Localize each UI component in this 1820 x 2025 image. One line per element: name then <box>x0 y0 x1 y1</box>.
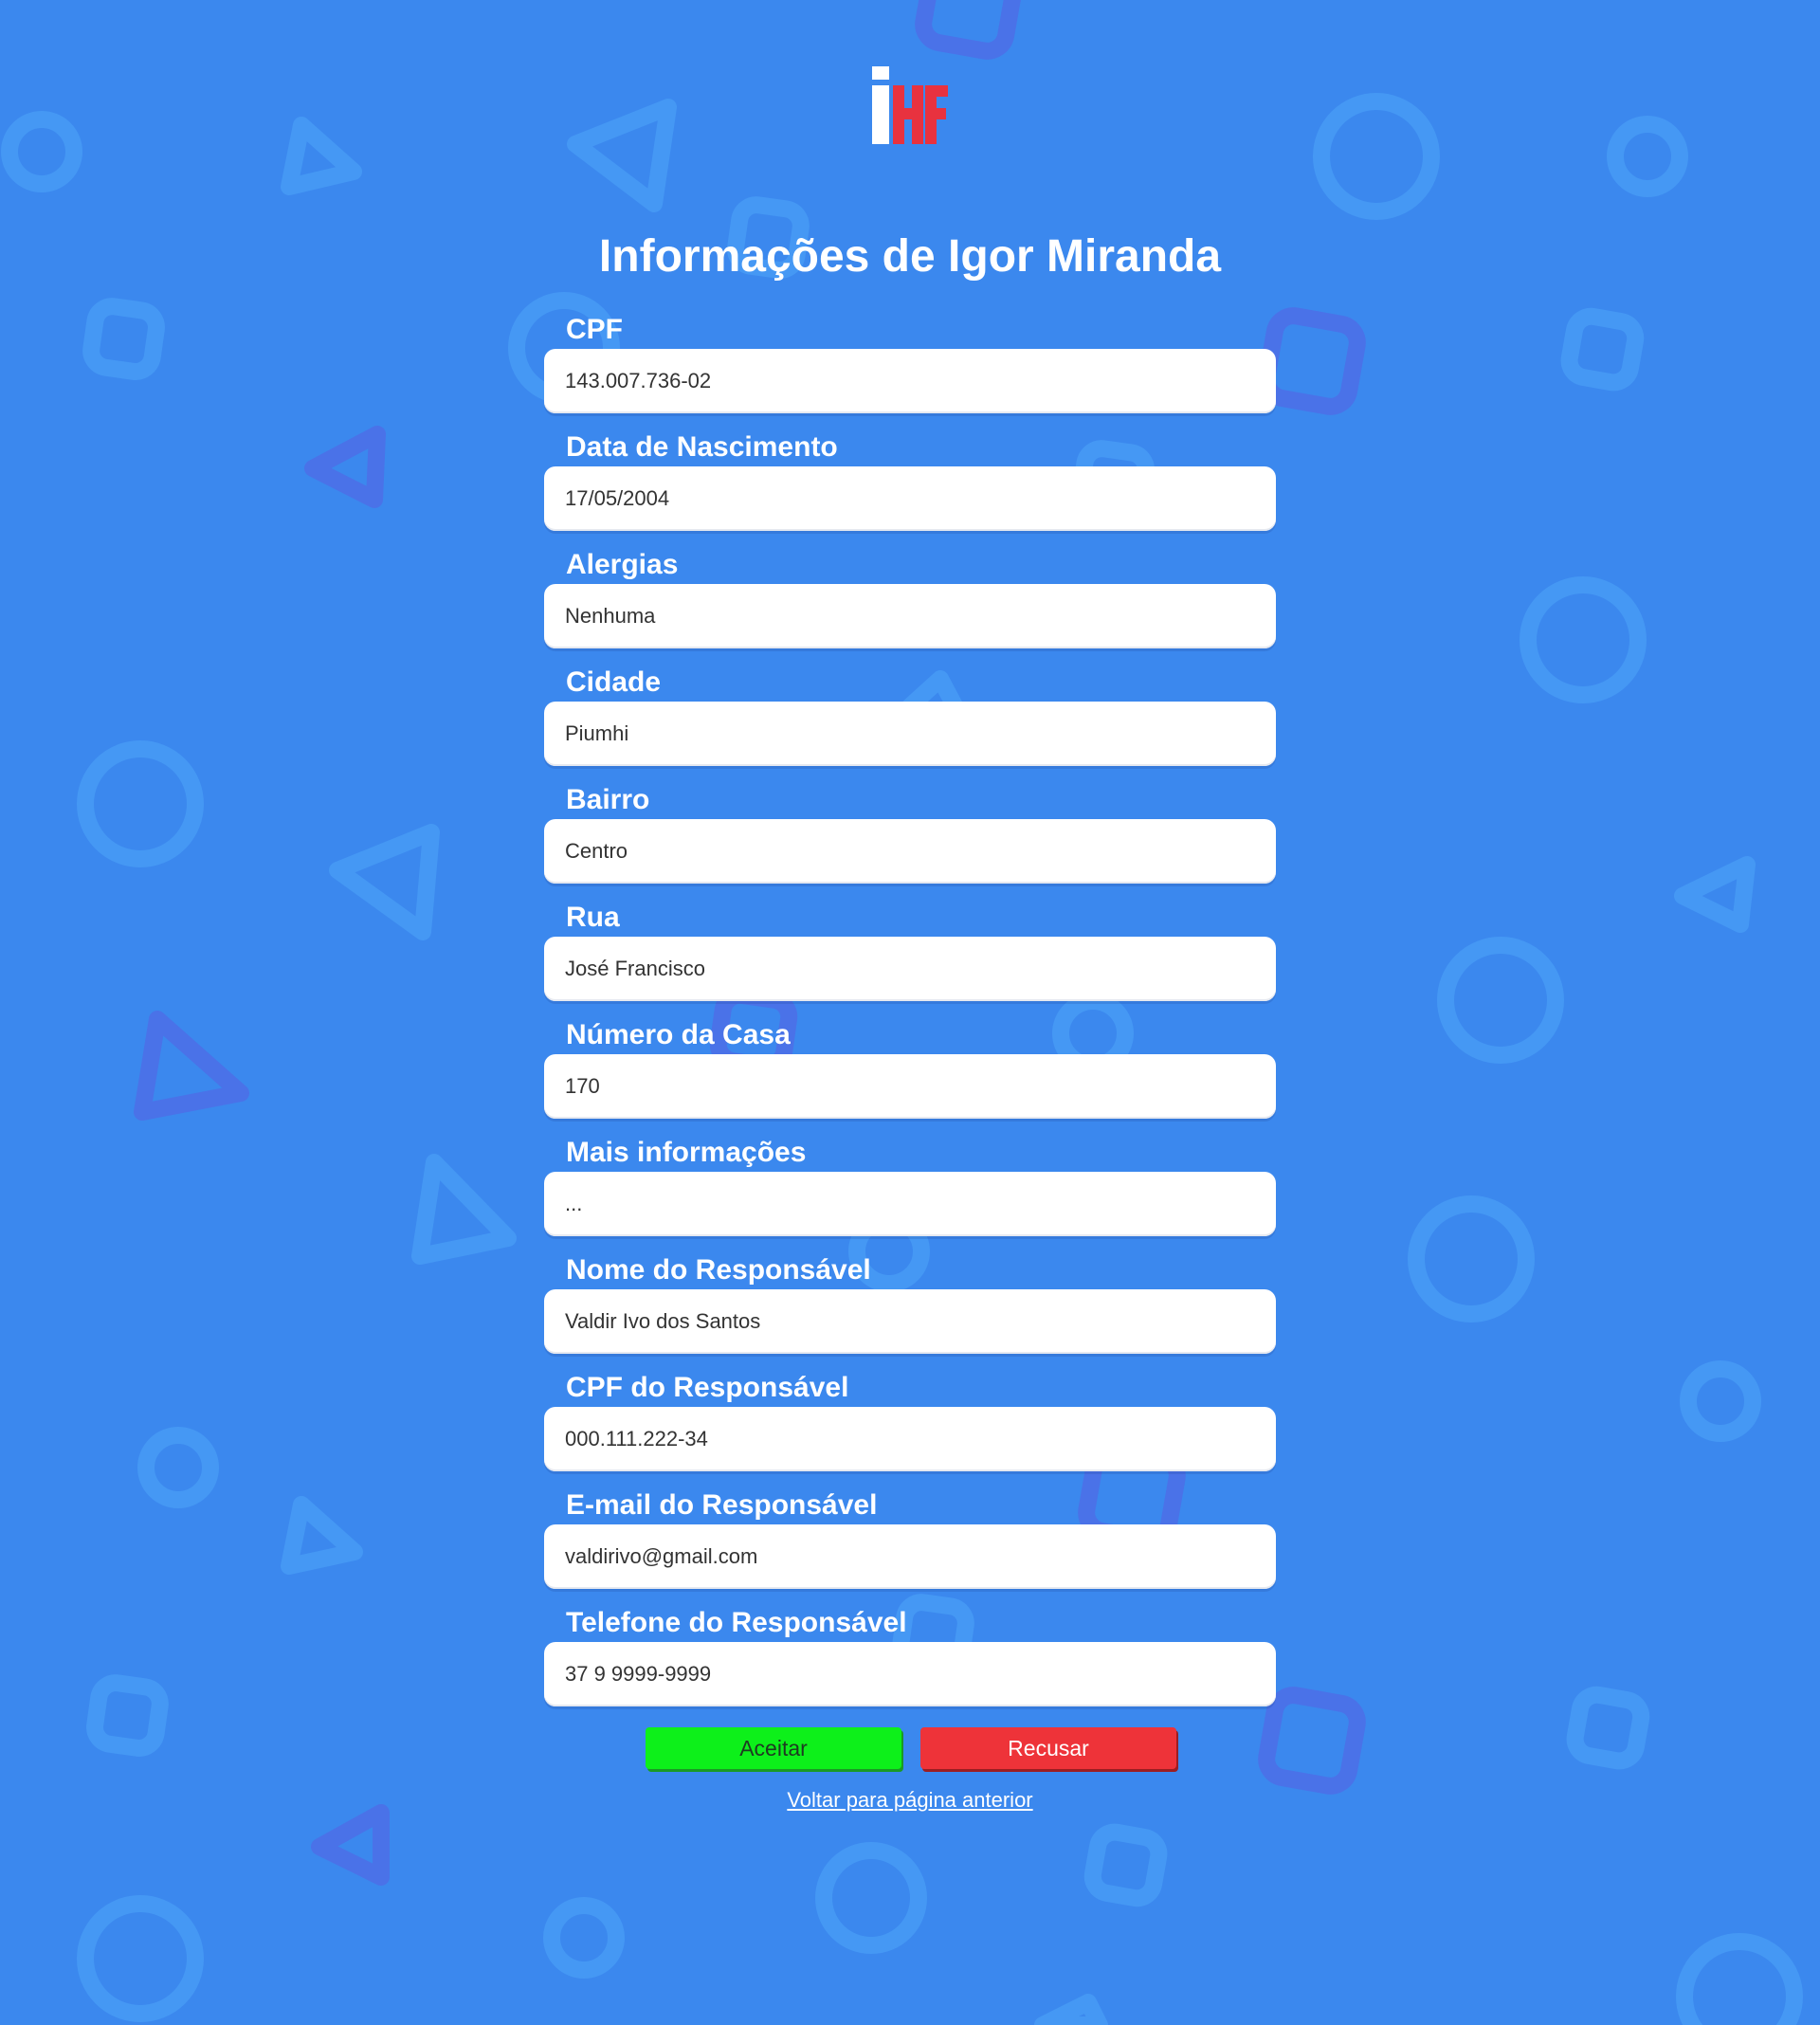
logo-letter-h <box>893 85 923 144</box>
field-birth-date: Data de Nascimento <box>544 429 1276 546</box>
decorative-ring <box>137 1427 219 1508</box>
decorative-ring <box>815 1842 927 1954</box>
decorative-triangle <box>411 1154 517 1265</box>
field-city: Cidade <box>544 664 1276 781</box>
field-house-number: Número da Casa <box>544 1016 1276 1134</box>
decorative-triangle <box>1674 856 1756 933</box>
decorative-triangle <box>311 1804 390 1886</box>
ihf-logo <box>872 66 948 144</box>
action-buttons: Aceitar Recusar <box>0 1727 1820 1771</box>
guardian-phone-input[interactable] <box>544 1642 1276 1706</box>
field-label: Nome do Responsável <box>566 1254 871 1286</box>
city-input[interactable] <box>544 702 1276 766</box>
field-label: CPF <box>566 314 623 345</box>
field-label: Bairro <box>566 784 650 815</box>
decorative-triangle <box>281 117 362 195</box>
field-street: Rua <box>544 899 1276 1016</box>
guardian-email-input[interactable] <box>544 1524 1276 1589</box>
logo-letter-i-stem <box>872 85 889 144</box>
field-label: Mais informações <box>566 1137 807 1168</box>
decorative-ring <box>77 1895 204 2022</box>
field-label: CPF do Responsável <box>566 1372 849 1403</box>
back-link[interactable]: Voltar para página anterior <box>787 1788 1032 1812</box>
field-label: Alergias <box>566 549 679 580</box>
page-title: Informações de Igor Miranda <box>598 231 1222 282</box>
field-label: E-mail do Responsável <box>566 1489 878 1521</box>
field-allergies: Alergias <box>544 546 1276 664</box>
cpf-input[interactable] <box>544 349 1276 413</box>
field-guardian-email: E-mail do Responsável <box>544 1487 1276 1604</box>
decorative-triangle <box>329 824 440 940</box>
decorative-ring <box>1437 937 1564 1064</box>
decorative-ring <box>1 111 82 192</box>
field-guardian-name: Nome do Responsável <box>544 1251 1276 1369</box>
patient-info-form: CPF Data de Nascimento Alergias Cidade B… <box>544 311 1276 1722</box>
field-guardian-cpf: CPF do Responsável <box>544 1369 1276 1487</box>
decorative-ring <box>1680 1360 1761 1442</box>
decorative-triangle <box>134 1011 249 1121</box>
reject-button[interactable]: Recusar <box>920 1727 1176 1769</box>
house-number-input[interactable] <box>544 1054 1276 1119</box>
street-input[interactable] <box>544 937 1276 1001</box>
allergies-input[interactable] <box>544 584 1276 648</box>
decorative-triangle <box>304 426 386 508</box>
field-guardian-phone: Telefone do Responsável <box>544 1604 1276 1722</box>
guardian-name-input[interactable] <box>544 1289 1276 1354</box>
decorative-square <box>1560 307 1645 392</box>
field-more-info: Mais informações <box>544 1134 1276 1251</box>
decorative-square <box>1258 307 1366 415</box>
decorative-square <box>1083 1823 1168 1907</box>
decorative-ring <box>77 740 204 867</box>
field-label: Cidade <box>566 666 662 698</box>
decorative-ring <box>543 1897 625 1979</box>
field-label: Data de Nascimento <box>566 431 838 463</box>
decorative-square <box>915 0 1023 60</box>
birth-date-input[interactable] <box>544 466 1276 531</box>
neighborhood-input[interactable] <box>544 819 1276 884</box>
decorative-square <box>82 298 165 380</box>
more-info-input[interactable] <box>544 1172 1276 1236</box>
field-label: Telefone do Responsável <box>566 1607 907 1638</box>
back-link-row: Voltar para página anterior <box>0 1788 1820 1813</box>
decorative-ring <box>1676 1933 1803 2025</box>
decorative-ring <box>1607 116 1688 197</box>
decorative-triangle <box>281 1496 363 1575</box>
decorative-triangle <box>1034 1994 1108 2025</box>
decorative-triangle <box>567 99 677 212</box>
field-cpf: CPF <box>544 311 1276 429</box>
decorative-ring <box>1408 1195 1535 1323</box>
guardian-cpf-input[interactable] <box>544 1407 1276 1471</box>
decorative-ring <box>1520 576 1647 703</box>
accept-button[interactable]: Aceitar <box>646 1727 901 1769</box>
field-label: Número da Casa <box>566 1019 791 1050</box>
logo-letter-i-dot <box>872 66 889 80</box>
logo-letter-f <box>925 85 948 144</box>
field-neighborhood: Bairro <box>544 781 1276 899</box>
field-label: Rua <box>566 902 620 933</box>
decorative-ring <box>1313 93 1440 220</box>
